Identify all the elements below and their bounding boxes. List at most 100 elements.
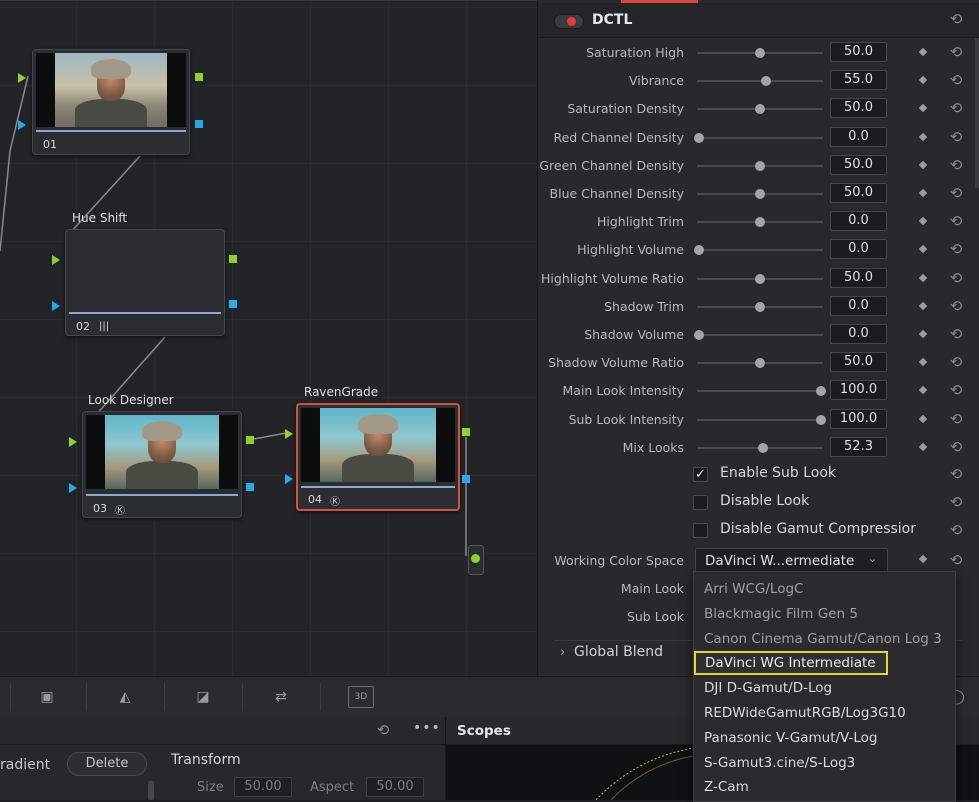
param-slider[interactable] xyxy=(697,48,823,58)
param-slider[interactable] xyxy=(697,358,823,369)
param-slider[interactable] xyxy=(697,160,823,171)
reset-icon[interactable]: ⟲ xyxy=(949,12,963,27)
param-value-field[interactable]: 100.0 xyxy=(830,380,887,401)
param-value-field[interactable]: 0.0 xyxy=(830,239,887,260)
slider-handle[interactable] xyxy=(816,386,826,397)
node-output-port[interactable] xyxy=(229,300,237,308)
param-slider[interactable] xyxy=(697,217,823,228)
slider-handle[interactable] xyxy=(694,245,704,256)
param-slider[interactable] xyxy=(697,414,826,425)
node-04[interactable]: 04 Ⓚ xyxy=(296,403,460,511)
reset-icon[interactable]: ⟲ xyxy=(949,467,963,482)
menu-item[interactable]: S-Gamut3.cine/S-Log3 xyxy=(694,751,955,775)
reset-icon[interactable]: ⟲ xyxy=(949,242,963,257)
node-output-port[interactable] xyxy=(195,73,203,81)
reset-icon[interactable]: ⟲ xyxy=(949,214,963,229)
reset-icon[interactable]: ⟲ xyxy=(949,157,963,172)
menu-item[interactable]: Panasonic V-Gamut/V-Log xyxy=(694,726,955,750)
keyframe-icon[interactable] xyxy=(918,47,928,57)
keyframe-icon[interactable] xyxy=(918,357,928,367)
reset-icon[interactable]: ⟲ xyxy=(949,327,963,342)
tracker-icon[interactable]: ⇄ xyxy=(268,686,294,708)
slider-handle[interactable] xyxy=(755,104,765,115)
inspector-scrollbar[interactable] xyxy=(975,38,979,188)
panel-scrollbar[interactable] xyxy=(148,781,154,800)
node-output-port[interactable] xyxy=(229,255,237,263)
keyframe-icon[interactable] xyxy=(918,188,928,198)
param-value-field[interactable]: 50.0 xyxy=(830,267,887,288)
size-field[interactable]: 50.00 xyxy=(234,777,292,797)
slider-handle[interactable] xyxy=(757,442,768,453)
keyframe-icon[interactable] xyxy=(918,160,928,170)
keyframe-icon[interactable] xyxy=(918,329,928,339)
menu-item[interactable]: DaVinci WG Intermediate xyxy=(694,651,888,676)
param-slider[interactable] xyxy=(694,330,823,340)
menu-item[interactable]: REDWideGamutRGB/Log3G10 xyxy=(694,701,955,725)
node-editor[interactable]: 01 Hue Shift 02 ||| Look Designer 03 Ⓚ R… xyxy=(0,0,537,677)
output-node[interactable] xyxy=(468,545,484,575)
node-03[interactable]: 03 Ⓚ xyxy=(82,411,242,518)
reset-icon[interactable]: ⟲ xyxy=(949,129,963,144)
keyframe-icon[interactable] xyxy=(918,245,928,254)
checkbox[interactable] xyxy=(693,495,708,510)
reset-icon[interactable]: ⟲ xyxy=(949,73,963,88)
node-input-port[interactable] xyxy=(285,474,293,484)
node-output-port[interactable] xyxy=(246,483,254,491)
param-value-field[interactable]: 55.0 xyxy=(830,70,887,91)
node-input-port[interactable] xyxy=(18,120,26,130)
options-icon[interactable]: ••• xyxy=(413,720,441,736)
node-input-port[interactable] xyxy=(69,437,77,447)
menu-item[interactable]: Blackmagic Film Gen 5 xyxy=(694,602,955,626)
reset-icon[interactable]: ⟲ xyxy=(949,355,963,370)
menu-item[interactable]: Arri WCG/LogC xyxy=(694,577,955,601)
slider-handle[interactable] xyxy=(761,76,772,87)
node-output-port[interactable] xyxy=(246,436,254,444)
param-value-field[interactable]: 0.0 xyxy=(830,324,887,344)
param-value-field[interactable]: 100.0 xyxy=(830,408,887,429)
slider-handle[interactable] xyxy=(694,330,704,340)
node-01[interactable]: 01 xyxy=(32,49,190,155)
param-value-field[interactable]: 0.0 xyxy=(830,295,887,316)
keyframe-icon[interactable] xyxy=(918,301,928,311)
param-slider[interactable] xyxy=(697,386,826,397)
keyframe-icon[interactable] xyxy=(918,216,928,226)
slider-handle[interactable] xyxy=(816,414,826,425)
param-slider[interactable] xyxy=(697,442,823,453)
reset-icon[interactable]: ⟲ xyxy=(949,523,963,538)
keyframe-icon[interactable] xyxy=(918,132,928,141)
param-slider[interactable] xyxy=(697,104,823,115)
param-value-field[interactable]: 50.0 xyxy=(830,183,887,203)
aspect-field[interactable]: 50.00 xyxy=(366,777,424,797)
menu-item[interactable]: DJI D-Gamut/D-Log xyxy=(694,676,955,700)
node-output-port[interactable] xyxy=(195,120,203,128)
reset-icon[interactable]: ⟲ xyxy=(949,270,963,285)
reset-icon[interactable]: ⟲ xyxy=(949,495,963,510)
working-color-space-dropdown[interactable]: DaVinci W...ermediate ⌄ xyxy=(695,548,888,572)
qualifier-icon[interactable]: ▣ xyxy=(34,686,60,708)
param-value-field[interactable]: 0.0 xyxy=(830,126,887,147)
param-slider[interactable] xyxy=(697,189,823,199)
node-input-port[interactable] xyxy=(18,73,26,83)
reset-icon[interactable]: ⟲ xyxy=(949,439,963,454)
param-value-field[interactable]: 50.0 xyxy=(830,352,887,373)
node-02[interactable]: 02 ||| xyxy=(65,229,225,336)
keyframe-icon[interactable] xyxy=(918,386,928,395)
param-value-field[interactable]: 50.0 xyxy=(830,42,887,62)
window-icon[interactable]: ◪ xyxy=(190,686,216,708)
droplet-icon[interactable]: ◭ xyxy=(112,686,138,708)
reset-icon[interactable]: ⟲ xyxy=(949,298,963,313)
delete-button[interactable]: Delete xyxy=(67,752,147,776)
param-value-field[interactable]: 50.0 xyxy=(830,98,887,119)
reset-icon[interactable]: ⟲ xyxy=(949,411,963,426)
slider-handle[interactable] xyxy=(755,301,765,312)
3d-icon[interactable]: 3D xyxy=(348,686,374,708)
slider-handle[interactable] xyxy=(694,132,704,143)
param-slider[interactable] xyxy=(694,132,823,143)
keyframe-icon[interactable] xyxy=(918,442,928,452)
node-input-port[interactable] xyxy=(285,429,293,439)
keyframe-icon[interactable] xyxy=(918,554,928,564)
keyframe-icon[interactable] xyxy=(918,273,928,282)
param-slider[interactable] xyxy=(694,245,823,256)
slider-handle[interactable] xyxy=(755,273,765,284)
param-value-field[interactable]: 52.3 xyxy=(830,436,887,457)
